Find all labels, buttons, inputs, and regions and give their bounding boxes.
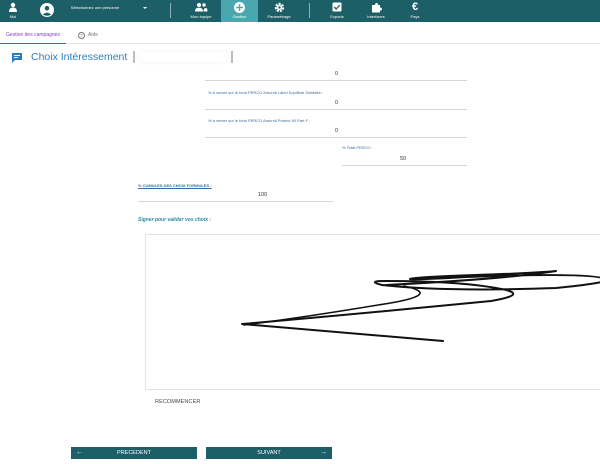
page-header: Choix Intéressement: [11, 49, 234, 65]
field-perco-protect-90[interactable]: % à verser sur le fond PERCO Amundi Prot…: [205, 118, 467, 138]
arrow-right-icon: →: [320, 449, 327, 456]
account-circle-icon[interactable]: [40, 3, 54, 22]
tab-gestion-campagnes[interactable]: Gestion des campagnes: [0, 31, 66, 44]
nav-divider: [309, 3, 310, 18]
signature-stroke: [241, 270, 600, 342]
nav-exports-label: Exports: [330, 14, 344, 19]
checkbox-icon: [332, 1, 342, 13]
person-select[interactable]: Sélectionnez une personne: [60, 3, 150, 19]
field-perco-label-equilibre-label: % à verser sur le fond PERCO Amundi Labe…: [208, 90, 324, 95]
field-perco-label-equilibre-value: 0: [335, 100, 339, 106]
nav-moi[interactable]: Moi: [3, 0, 23, 22]
help-icon: ?: [78, 32, 85, 39]
nav-pays-label: Pays: [410, 14, 420, 19]
nav-interfaces-label: Interfaces: [367, 14, 385, 19]
nav-parametrage[interactable]: Paramétrage: [262, 0, 296, 22]
field-cumul-choix-label: % CUMULES DES CHOIX FORMULES :: [138, 183, 212, 188]
gear-icon: [274, 1, 285, 13]
tab-aide-label: Aide: [88, 32, 99, 38]
next-button-label: SUIVANT: [257, 450, 281, 456]
signature-pad[interactable]: [145, 234, 600, 390]
user-icon: [8, 1, 18, 13]
field-perco-protect-90-label: % à verser sur le fond PERCO Amundi Prot…: [208, 118, 311, 123]
previous-button[interactable]: ← PRECEDENT: [71, 447, 197, 459]
field-perco-label-equilibre[interactable]: % à verser sur le fond PERCO Amundi Labe…: [205, 90, 467, 110]
next-button[interactable]: SUIVANT →: [206, 447, 332, 459]
field-total-perco-value: 50: [400, 156, 407, 162]
nav-divider: [170, 3, 171, 18]
restart-button[interactable]: RECOMMENCER: [155, 399, 200, 405]
euro-icon: €: [411, 1, 419, 13]
team-icon: [194, 1, 208, 13]
redacted-name: [133, 51, 234, 63]
tab-bar: Gestion des campagnes ? Aide: [0, 28, 600, 44]
arrow-left-icon: ←: [76, 449, 83, 456]
nav-gestion-label: Gestion: [232, 14, 247, 19]
field-total-perco-label: % Total PERCO :: [342, 145, 373, 150]
nav-parametrage-label: Paramétrage: [267, 14, 291, 19]
nav-gestion[interactable]: Gestion: [221, 0, 258, 22]
previous-button-label: PRECEDENT: [117, 450, 151, 456]
puzzle-icon: [371, 1, 382, 13]
field-cumul-choix: % CUMULES DES CHOIX FORMULES : 100: [138, 183, 333, 203]
tab-gestion-campagnes-label: Gestion des campagnes: [6, 32, 60, 38]
add-circle-icon: [234, 1, 245, 13]
field-perco-1-value: 0: [335, 71, 339, 77]
nav-pays[interactable]: € Pays: [405, 0, 425, 22]
field-perco-1[interactable]: 0: [205, 66, 467, 82]
top-navbar: Moi Sélectionnez une personne Mon équipe…: [0, 0, 600, 22]
nav-exports[interactable]: Exports: [325, 0, 349, 22]
field-perco-protect-90-value: 0: [335, 128, 339, 134]
nav-interfaces[interactable]: Interfaces: [362, 0, 390, 22]
chevron-down-icon: [143, 7, 147, 9]
nav-mon-equipe-label: Mon équipe: [190, 14, 212, 19]
page-title: Choix Intéressement: [31, 51, 128, 63]
field-total-perco: % Total PERCO : 50: [342, 145, 467, 167]
nav-mon-equipe[interactable]: Mon équipe: [185, 0, 217, 22]
signature-label: Signer pour valider vos choix :: [138, 217, 212, 223]
tab-aide[interactable]: ? Aide: [78, 31, 98, 44]
chat-icon: [11, 51, 23, 63]
nav-moi-label: Moi: [9, 14, 17, 19]
field-cumul-choix-value: 100: [258, 192, 268, 198]
person-select-label: Sélectionnez une personne: [70, 5, 120, 10]
